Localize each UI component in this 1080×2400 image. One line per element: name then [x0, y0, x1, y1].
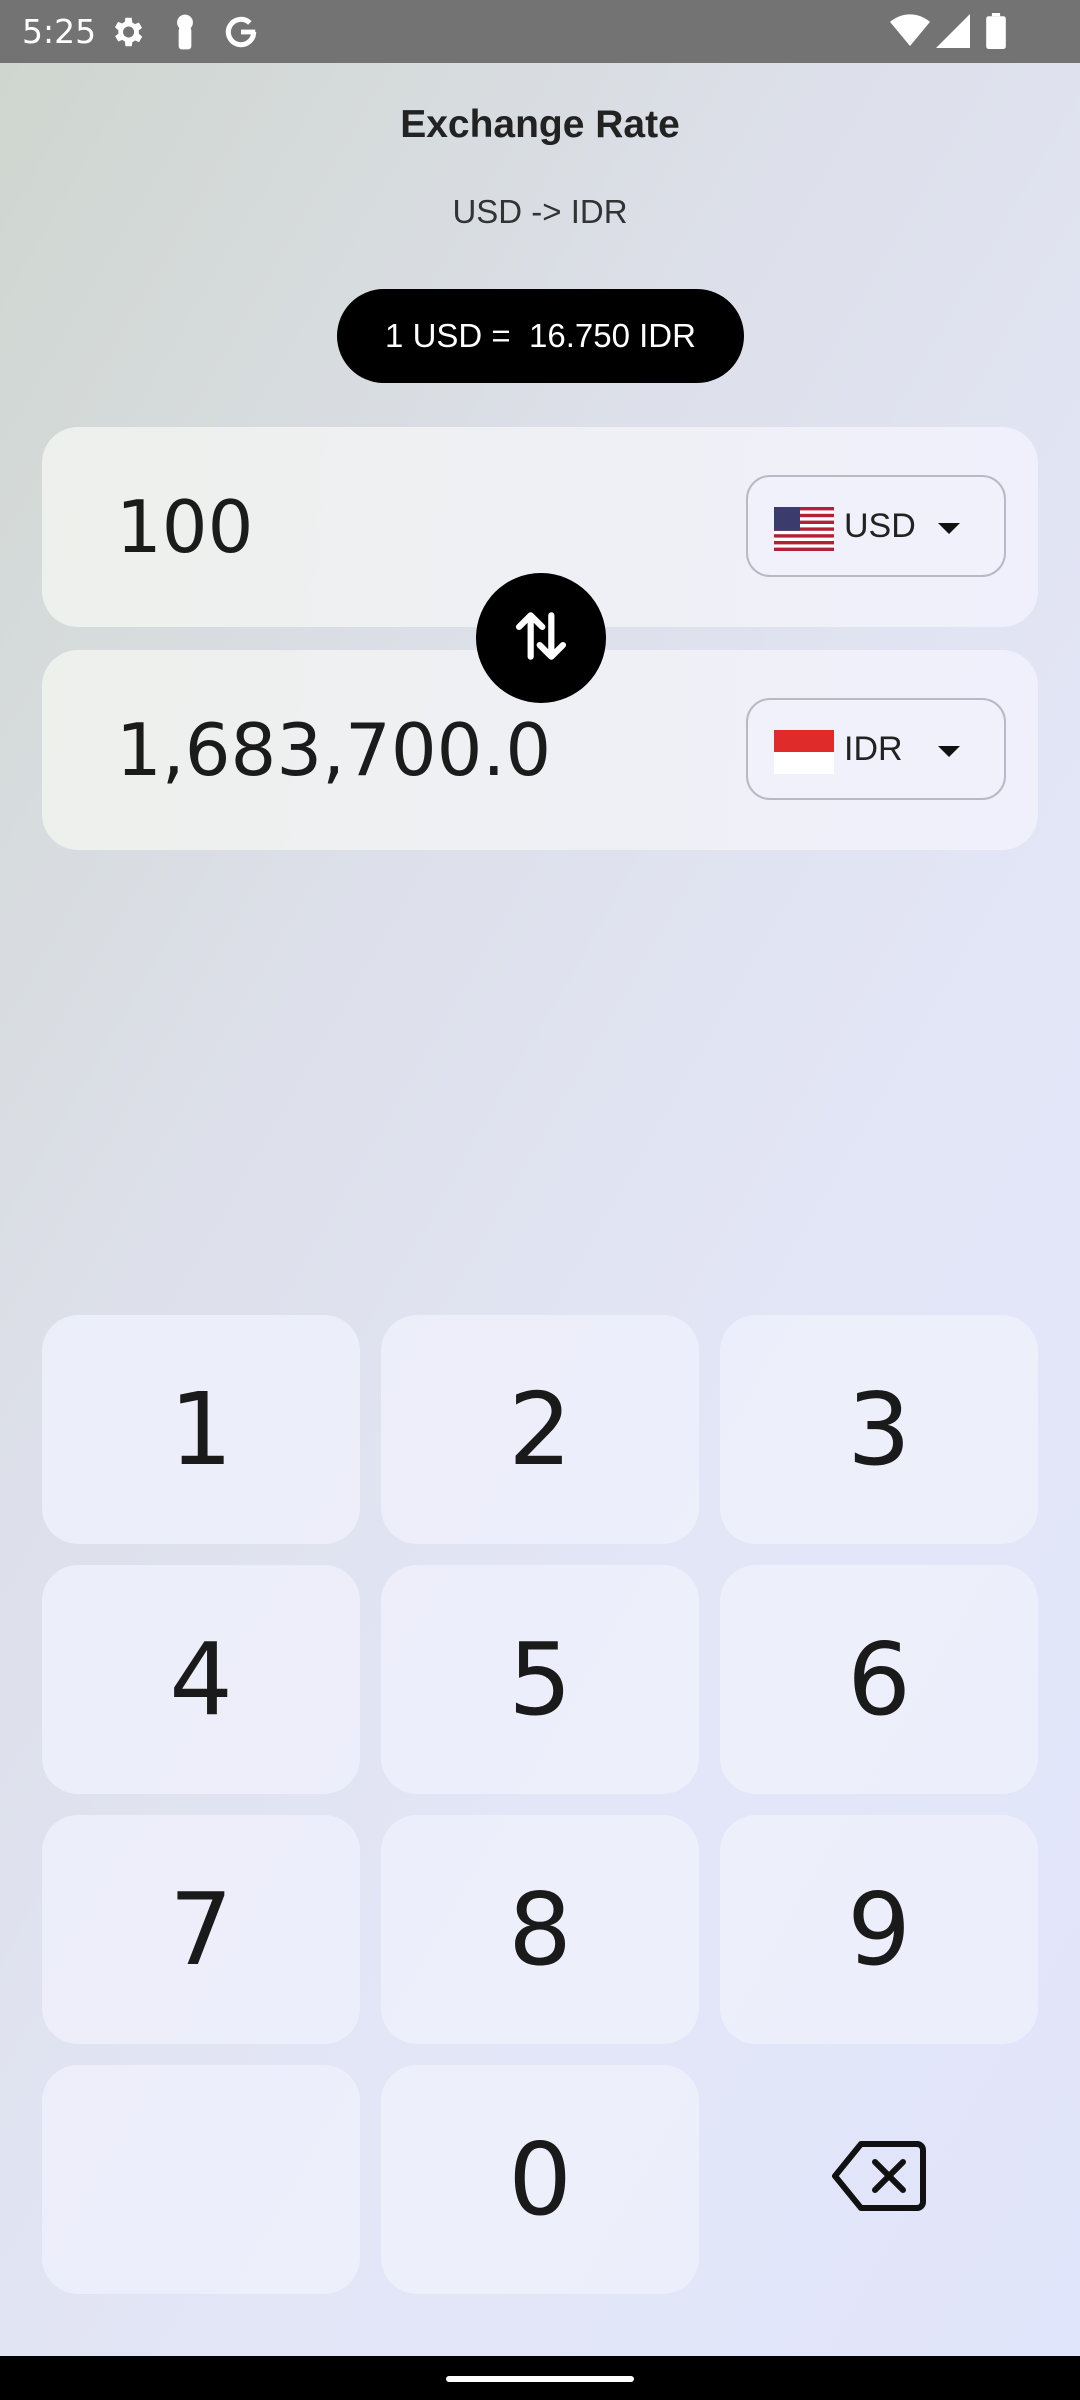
app-screen: Exchange Rate USD -> IDR 1 USD = 16.750 … — [0, 63, 1080, 2356]
exchange-rate-badge: 1 USD = 16.750 IDR — [337, 289, 744, 383]
home-indicator[interactable] — [446, 2376, 634, 2382]
status-bar: 5:25 — [0, 0, 1080, 63]
backspace-icon — [831, 2121, 927, 2238]
to-currency-dropdown[interactable]: IDR — [746, 698, 1006, 800]
key-blank[interactable] — [42, 2065, 360, 2294]
settings-gear-icon — [108, 13, 146, 56]
key-2[interactable]: 2 — [381, 1315, 699, 1544]
chevron-down-icon — [938, 523, 960, 534]
wifi-icon — [890, 13, 930, 54]
from-currency-code: USD — [844, 507, 916, 545]
status-time: 5:25 — [22, 12, 97, 51]
currency-pair-label: USD -> IDR — [452, 193, 628, 230]
battery-icon — [986, 13, 1006, 54]
key-1[interactable]: 1 — [42, 1315, 360, 1544]
key-9[interactable]: 9 — [720, 1815, 1038, 2044]
key-3[interactable]: 3 — [720, 1315, 1038, 1544]
key-5[interactable]: 5 — [381, 1565, 699, 1794]
to-amount-value: 1,683,700.0 — [116, 708, 552, 792]
swap-currencies-button[interactable] — [476, 573, 606, 703]
backspace-button[interactable] — [720, 2065, 1038, 2294]
navigation-bar — [0, 2356, 1080, 2400]
to-currency-code: IDR — [844, 730, 903, 768]
key-7[interactable]: 7 — [42, 1815, 360, 2044]
from-currency-dropdown[interactable]: USD — [746, 475, 1006, 577]
key-0[interactable]: 0 — [381, 2065, 699, 2294]
google-g-icon — [222, 13, 260, 56]
key-8[interactable]: 8 — [381, 1815, 699, 2044]
key-6[interactable]: 6 — [720, 1565, 1038, 1794]
key-lock-icon — [170, 13, 200, 56]
cell-signal-icon — [936, 13, 970, 54]
us-flag-icon — [774, 507, 834, 551]
chevron-down-icon — [938, 746, 960, 757]
swap-vertical-icon — [510, 605, 572, 672]
key-4[interactable]: 4 — [42, 1565, 360, 1794]
indonesia-flag-icon — [774, 730, 834, 774]
from-amount-value: 100 — [116, 485, 254, 569]
page-title: Exchange Rate — [400, 103, 680, 146]
